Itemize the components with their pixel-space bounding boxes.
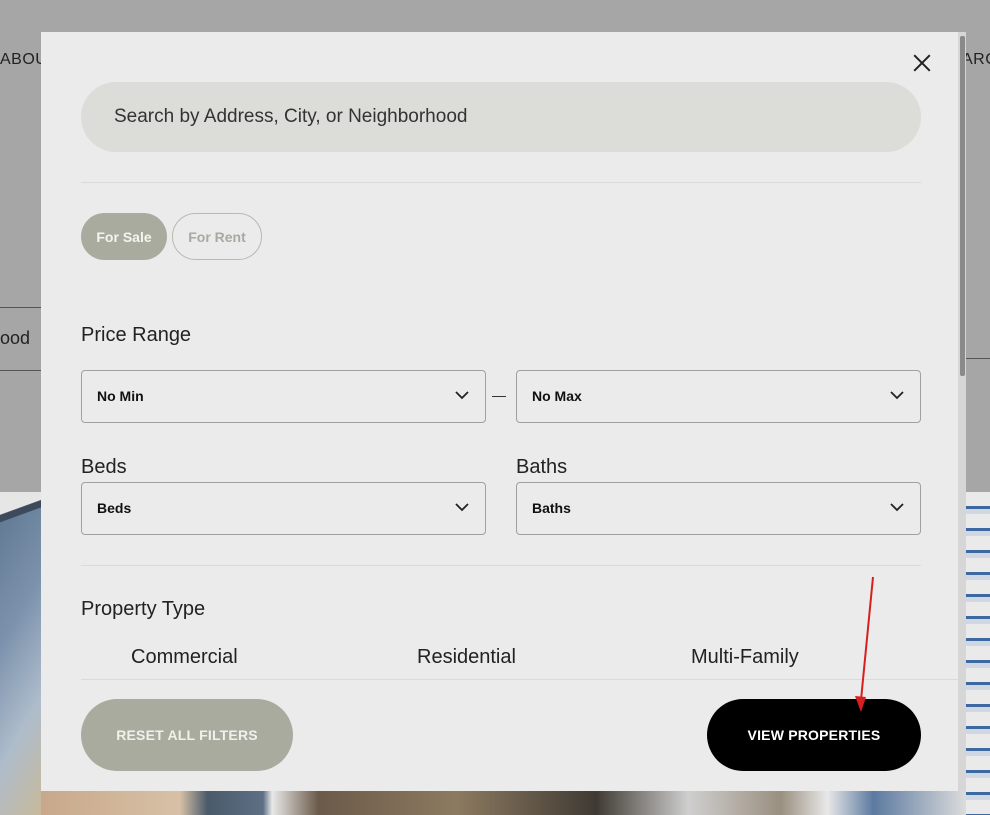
chevron-down-icon	[890, 391, 904, 400]
property-type-residential[interactable]: Residential	[417, 646, 516, 669]
chevron-down-icon	[455, 391, 469, 400]
background-property-photo-right	[966, 492, 990, 815]
property-type-commercial[interactable]: Commercial	[131, 646, 238, 669]
background-property-photo-left	[0, 492, 41, 815]
chevron-down-icon	[455, 503, 469, 512]
background-divider	[966, 358, 990, 359]
chevron-down-icon	[890, 503, 904, 512]
view-properties-button[interactable]: VIEW PROPERTIES	[707, 699, 921, 771]
search-input[interactable]	[81, 82, 921, 152]
divider	[81, 182, 921, 183]
price-range-separator	[492, 396, 506, 397]
baths-label: Baths	[516, 456, 568, 478]
min-price-value: No Min	[97, 388, 144, 404]
nav-link-right: ARC	[962, 51, 990, 68]
beds-label: Beds	[81, 456, 127, 478]
beds-value: Beds	[97, 500, 132, 516]
close-icon[interactable]	[909, 50, 935, 76]
background-property-photos-bottom	[41, 791, 966, 815]
baths-value: Baths	[532, 500, 571, 516]
for-rent-toggle[interactable]: For Rent	[172, 213, 262, 260]
reset-all-filters-button[interactable]: RESET ALL FILTERS	[81, 699, 293, 771]
divider	[81, 565, 921, 566]
background-search-text: ood	[0, 328, 31, 348]
max-price-value: No Max	[532, 388, 582, 404]
footer-divider	[81, 679, 958, 680]
min-price-select[interactable]: No Min	[81, 370, 486, 423]
property-type-label: Property Type	[81, 598, 206, 620]
background-search-bar: ood	[0, 307, 41, 371]
beds-select[interactable]: Beds	[81, 482, 486, 535]
price-range-label: Price Range	[81, 324, 192, 346]
baths-select[interactable]: Baths	[516, 482, 921, 535]
property-type-multi-family[interactable]: Multi-Family	[691, 646, 799, 669]
max-price-select[interactable]: No Max	[516, 370, 921, 423]
modal-scrollbar-thumb[interactable]	[960, 36, 965, 376]
for-sale-toggle[interactable]: For Sale	[81, 213, 167, 260]
search-filters-modal: For Sale For Rent Price Range No Min No …	[41, 32, 958, 791]
